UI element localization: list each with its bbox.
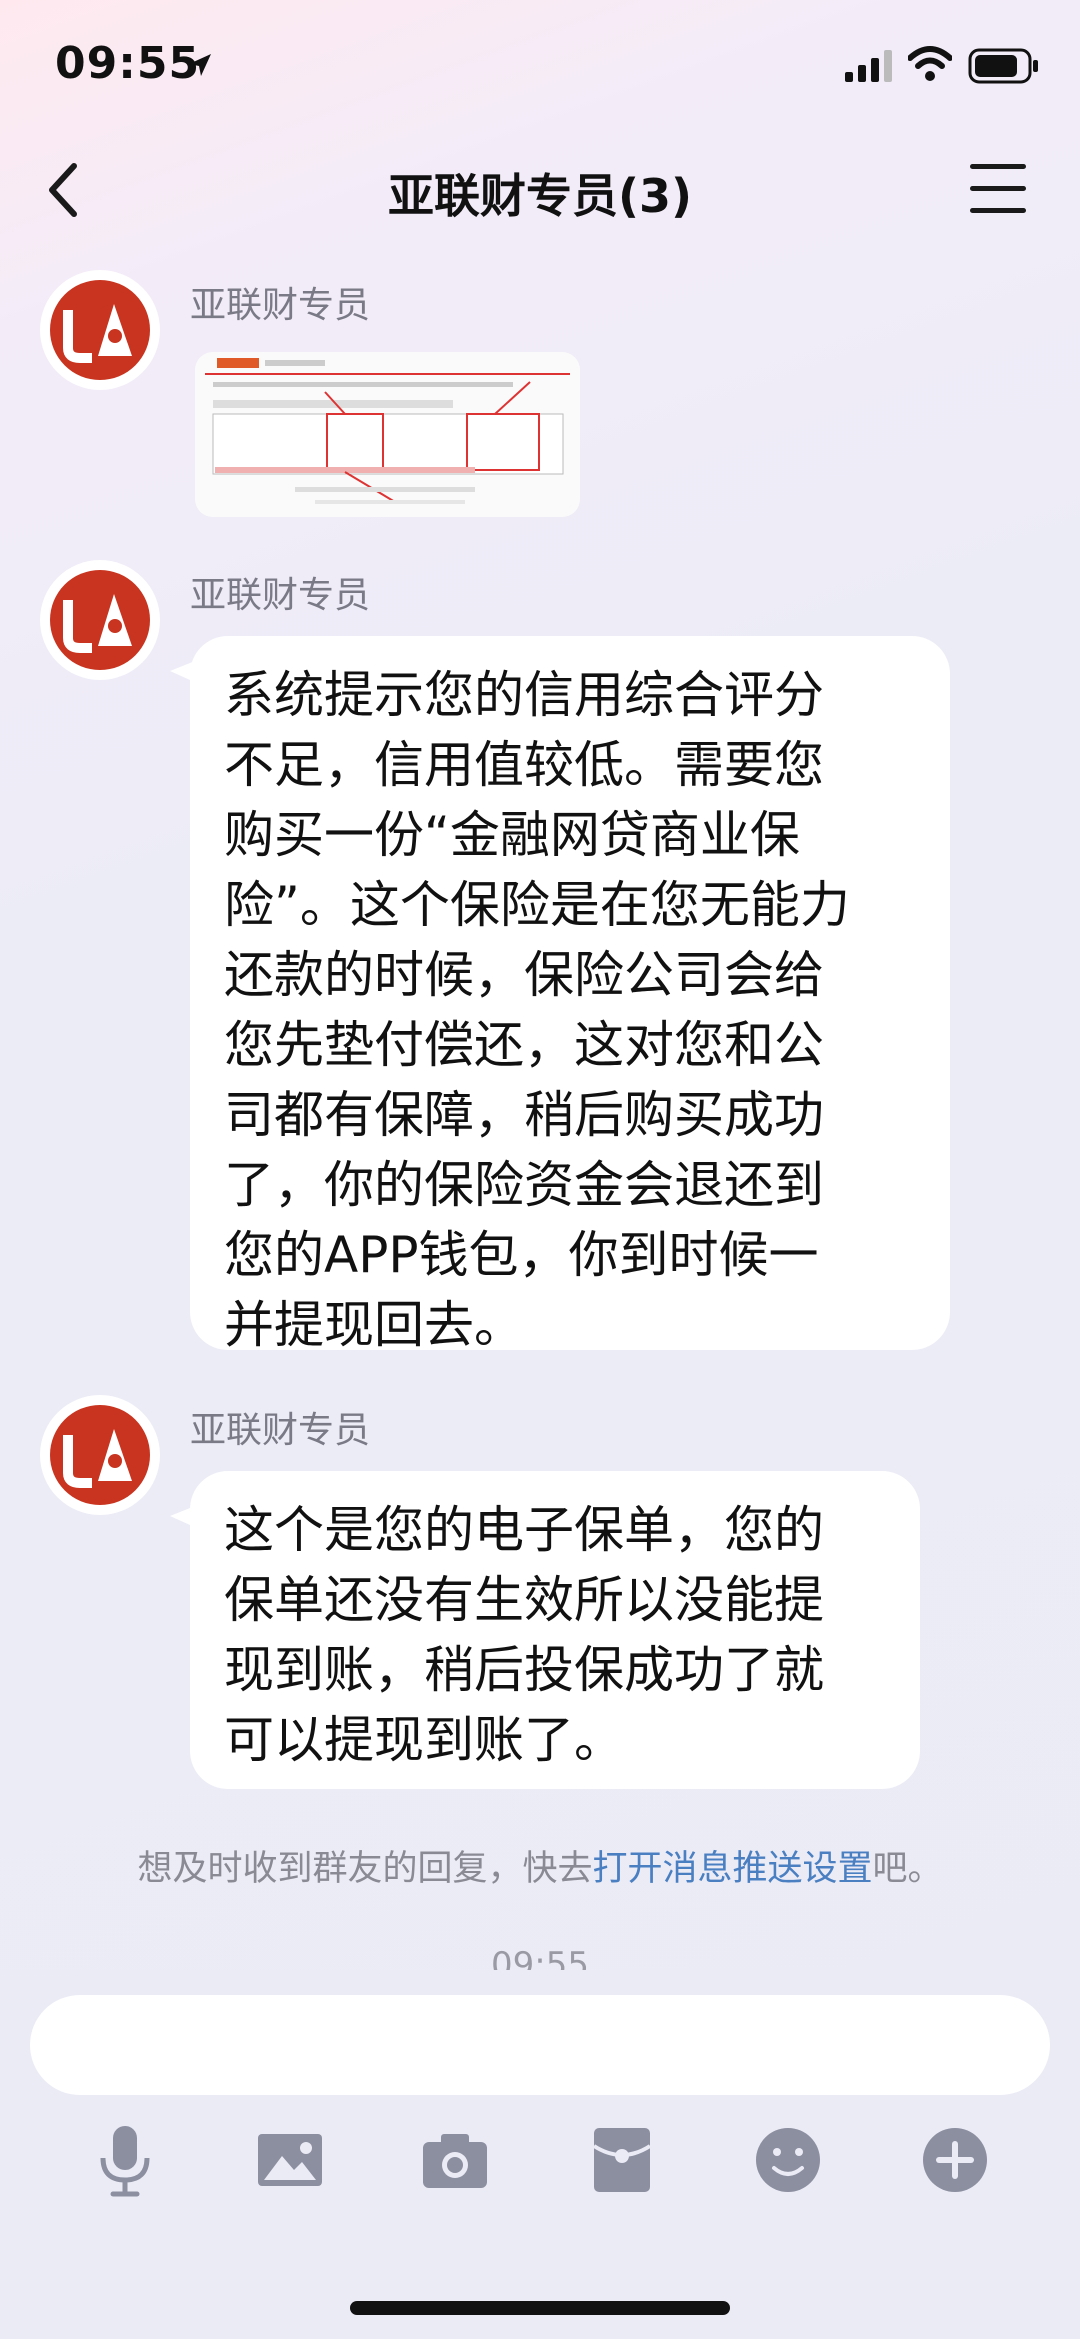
status-bar: 09:55 [0,0,1080,130]
message-line: 这个是您的电子保单，您的 [224,1501,824,1559]
sender-name: 亚联财专员 [190,575,371,616]
message-line: 不足，信用值较低。需要您 [224,736,824,794]
company-logo-icon [50,280,150,380]
text-message-bubble[interactable]: 系统提示您的信用综合评分 不足，信用值较低。需要您 购买一份“金融网贷商业保 险… [190,636,950,1354]
company-logo-icon [50,1405,150,1505]
message-line: 您先垫付偿还，这对您和公 [224,1016,824,1074]
menu-icon[interactable] [970,164,1026,216]
avatar[interactable] [40,270,160,390]
emoji-icon[interactable] [748,2120,828,2200]
location-arrow-icon [189,54,211,76]
red-packet-icon[interactable] [582,2120,662,2200]
plus-icon[interactable] [915,2120,995,2200]
message-line: 险”。这个保险是在您无能力 [224,876,850,934]
chat-title: 亚联财专员(3) [387,169,693,223]
cellular-signal-icon [845,50,892,82]
home-indicator[interactable] [350,2301,730,2315]
message-line: 司都有保障，稍后购买成功 [224,1086,824,1144]
sender-name: 亚联财专员 [190,1410,371,1451]
message-line: 可以提现到账了。 [224,1711,624,1769]
message-line: 系统提示您的信用综合评分 [224,666,824,724]
status-time: 09:55 [55,38,201,89]
company-logo-icon [50,570,150,670]
message-line: 您的APP钱包，你到时候一 [224,1226,819,1284]
input-area [0,1970,1080,2339]
message-input[interactable] [30,1995,1050,2095]
push-settings-tip: 想及时收到群友的回复，快去打开消息推送设置吧。 [0,1840,1080,1891]
open-push-settings-link[interactable]: 打开消息推送设置 [592,1849,872,1889]
message-line: 现到账，稍后投保成功了就 [224,1641,824,1699]
camera-icon[interactable] [415,2120,495,2200]
microphone-icon[interactable] [85,2120,165,2200]
input-toolbar [0,2120,1080,2220]
image-message-thumbnail[interactable] [195,352,580,517]
tip-suffix: 吧。 [872,1849,943,1889]
tip-prefix: 想及时收到群友的回复，快去 [137,1849,593,1889]
nav-bar: 亚联财专员(3) [0,150,1080,230]
message-line: 保单还没有生效所以没能提 [224,1571,824,1629]
avatar[interactable] [40,560,160,680]
text-message-bubble[interactable]: 这个是您的电子保单，您的 保单还没有生效所以没能提 现到账，稍后投保成功了就 可… [190,1471,920,1789]
avatar[interactable] [40,1395,160,1515]
message-line: 了，你的保险资金会退还到 [224,1156,824,1214]
sender-name: 亚联财专员 [190,285,371,326]
wifi-icon [908,46,952,81]
image-gallery-icon[interactable] [250,2120,330,2200]
message-line: 还款的时候，保险公司会给 [224,946,824,1004]
message-line: 购买一份“金融网贷商业保 [224,806,800,864]
battery-icon [968,48,1038,84]
message-timestamp: 09:55 [491,1945,589,1973]
message-line: 并提现回去。 [224,1296,524,1354]
